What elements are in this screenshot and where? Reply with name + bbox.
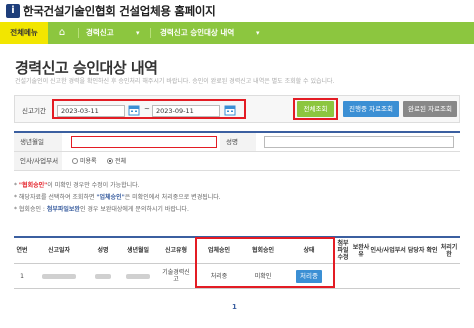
col-header-attach: 첨부파일수정 xyxy=(337,240,349,261)
notice-text: * 해당자료를 선택하여 조회하면 xyxy=(14,194,97,201)
notice-item: * "협회승인"이 미확인 경우만 수정이 가능합니다. xyxy=(14,180,460,192)
col-header-deadline: 처리기한 xyxy=(440,243,458,258)
radio-all[interactable] xyxy=(107,158,113,164)
association-logo[interactable]: i xyxy=(6,4,20,18)
result-table: 연번 신고일자 성명 생년월일 신고유형 업체승인 협회승인 상태 첨부파일수정… xyxy=(14,236,460,289)
cell-birth-redacted xyxy=(120,264,156,288)
chevron-down-icon[interactable]: ▾ xyxy=(136,22,140,44)
name-input[interactable] xyxy=(264,136,454,148)
col-header-date: 신고일자 xyxy=(47,247,71,254)
name-label: 성명 xyxy=(220,133,256,151)
breadcrumb-career-report[interactable]: 경력신고 xyxy=(86,22,114,44)
calendar-icon[interactable] xyxy=(224,104,236,116)
radio-all-label[interactable]: 전체 xyxy=(115,156,126,165)
radio-unconfirmed[interactable] xyxy=(72,158,78,164)
nav-divider xyxy=(150,28,151,38)
search-panel: 신고기간 2023-03-11 ~ 2023-09-11 전체조회 진행중 자료… xyxy=(14,95,460,123)
pagination-current-page[interactable]: 1 xyxy=(232,303,237,311)
notice-item: * 해당자료를 선택하여 조회하면 "업체승인"은 미확인에서 처리중으로 변경… xyxy=(14,192,460,204)
period-label: 신고기간 xyxy=(22,107,46,115)
col-header-dept-confirm: 인사/사업부서 담당자 확인 xyxy=(370,247,438,254)
col-header-supplement: 보완사유 xyxy=(352,243,370,258)
completed-search-button[interactable]: 완료된 자료조회 xyxy=(403,101,457,117)
home-icon[interactable]: ⌂ xyxy=(54,22,70,44)
notice-text: 은 미확인에서 처리중으로 변경됩니다. xyxy=(124,194,221,201)
nav-divider xyxy=(78,28,79,38)
date-range-highlight: 2023-03-11 ~ 2023-09-11 xyxy=(52,99,246,119)
notice-text: 인 경우 보완대상에게 문의하시기 바랍니다. xyxy=(79,206,189,213)
page-title: 경력신고 승인대상 내역 xyxy=(15,59,158,77)
notice-item: * 협회승인 : 첨부파일보완인 경우 보완대상에게 문의하시기 바랍니다. xyxy=(14,204,460,216)
birth-date-input[interactable] xyxy=(71,136,217,148)
notice-text: * 협회승인 : xyxy=(14,206,47,213)
filter-form: 생년월일 성명 인사/사업부서 미용록 전체 xyxy=(14,131,460,171)
date-to-input[interactable]: 2023-09-11 xyxy=(152,105,220,117)
notice-text: 이 미확인 경우만 수정이 가능합니다. xyxy=(47,182,140,189)
range-separator: ~ xyxy=(144,105,150,113)
radio-unconfirmed-label[interactable]: 미용록 xyxy=(80,156,97,165)
notice-list: * "협회승인"이 미확인 경우만 수정이 가능합니다. * 해당자료를 선택하… xyxy=(14,180,460,216)
top-bar: i 한국건설기술인협회 건설업체용 홈페이지 xyxy=(0,0,474,22)
nav-bar: 전체메뉴 ⌂ 경력신고 ▾ 경력신고 승인대상 내역 ▾ xyxy=(0,22,474,44)
calendar-icon[interactable] xyxy=(128,104,140,116)
notice-highlight: "업체승인" xyxy=(96,194,125,201)
birth-label: 생년월일 xyxy=(14,133,62,151)
col-header-type: 신고유형 xyxy=(164,247,188,254)
page-subtitle: 건설기술인이 신고한 경력을 확인하신 후 승인처리 해주시기 바랍니다. 승인… xyxy=(15,78,335,85)
cell-type: 기술경력신고 xyxy=(162,269,190,283)
approval-columns-highlight xyxy=(195,237,335,288)
breadcrumb-approval-list[interactable]: 경력신고 승인대상 내역 xyxy=(160,22,234,44)
table-bottom-border xyxy=(14,288,460,289)
col-header-birth: 생년월일 xyxy=(126,247,150,254)
notice-highlight: "협회승인" xyxy=(18,182,48,189)
cell-date-redacted xyxy=(32,264,86,288)
site-title[interactable]: 한국건설기술인협회 건설업체용 홈페이지 xyxy=(23,3,216,19)
cell-name-redacted xyxy=(86,264,120,288)
col-header-name: 성명 xyxy=(97,247,109,254)
notice-highlight: 첨부파일보완 xyxy=(46,206,80,213)
chevron-down-icon[interactable]: ▾ xyxy=(256,22,260,44)
form-row-dept: 인사/사업부서 미용록 전체 xyxy=(14,152,460,171)
all-menu-button[interactable]: 전체메뉴 xyxy=(0,22,48,44)
cell-no: 1 xyxy=(20,272,24,280)
date-from-input[interactable]: 2023-03-11 xyxy=(57,105,125,117)
in-progress-search-button[interactable]: 진행중 자료조회 xyxy=(343,101,399,117)
dept-label: 인사/사업부서 xyxy=(14,152,62,170)
col-header-no: 연번 xyxy=(16,247,28,254)
search-all-button[interactable]: 전체조회 xyxy=(297,101,334,117)
form-row-birth-name: 생년월일 성명 xyxy=(14,133,460,152)
